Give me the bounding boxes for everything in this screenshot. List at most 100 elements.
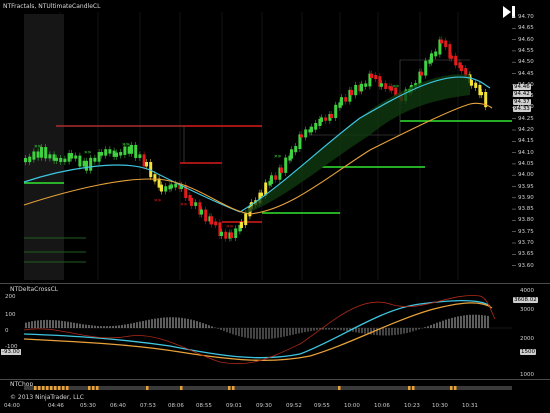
chop-marker bbox=[408, 386, 411, 390]
price-tick-label: 94.55 bbox=[518, 47, 534, 54]
chop-marker bbox=[42, 386, 45, 390]
candle bbox=[174, 183, 178, 188]
chop-marker bbox=[146, 386, 149, 390]
candle bbox=[294, 146, 298, 153]
time-label: 09:55 bbox=[314, 403, 330, 409]
candle bbox=[44, 147, 48, 159]
price-tick-label: 94.50 bbox=[518, 59, 534, 66]
fractal-arrow: »» bbox=[392, 83, 400, 90]
trend-band bbox=[240, 74, 470, 215]
candle bbox=[284, 157, 288, 173]
candle bbox=[115, 152, 118, 157]
candle bbox=[55, 157, 58, 161]
time-label: 09:01 bbox=[226, 403, 242, 409]
candle bbox=[190, 197, 193, 206]
price-panel[interactable]: NTFractals, NTUltimateCandleCL »»»»»»»»»… bbox=[0, 0, 550, 283]
fractal-arrow: »» bbox=[404, 87, 412, 94]
price-tag: 94.42 bbox=[513, 91, 531, 97]
price-tick-label: 94.00 bbox=[518, 172, 534, 179]
candle bbox=[93, 157, 97, 162]
time-label: 10:30 bbox=[432, 403, 448, 409]
candle bbox=[370, 73, 373, 78]
candle bbox=[204, 209, 208, 222]
candle bbox=[230, 232, 233, 238]
time-label: 10:00 bbox=[344, 403, 360, 409]
candle bbox=[424, 60, 428, 76]
price-chart: »» »» »» »» »» »» »» »» »» bbox=[23, 12, 516, 280]
candle bbox=[450, 55, 453, 59]
delta-chart bbox=[23, 295, 512, 365]
candle bbox=[145, 162, 148, 167]
price-tick-label: 94.20 bbox=[518, 127, 534, 133]
candle bbox=[380, 83, 383, 87]
chop-marker bbox=[412, 386, 415, 390]
delta-panel[interactable]: NTDeltaCrossCL 200 100 0 -100 -93.00 4000 3000… bbox=[0, 284, 550, 379]
candle bbox=[310, 126, 313, 133]
price-tick-label: 94.65 bbox=[518, 25, 534, 32]
candle bbox=[384, 83, 388, 89]
chop-marker bbox=[450, 386, 453, 390]
candle bbox=[480, 92, 483, 96]
candle bbox=[220, 231, 223, 237]
delta-left-tag: -93.00 bbox=[1, 349, 21, 355]
candle bbox=[364, 83, 368, 87]
time-label: 10:23 bbox=[404, 403, 420, 409]
candle bbox=[420, 71, 423, 76]
time-label: 09:30 bbox=[256, 403, 272, 409]
candle bbox=[240, 222, 243, 228]
candle bbox=[300, 134, 303, 138]
delta-slow-line bbox=[23, 302, 493, 361]
price-tick-label: 94.70 bbox=[518, 14, 534, 20]
time-label: 05:30 bbox=[80, 403, 96, 409]
candle bbox=[164, 186, 168, 192]
fractal-arrow: »» bbox=[274, 153, 282, 160]
candle bbox=[214, 221, 218, 226]
candle bbox=[374, 74, 378, 80]
candle bbox=[104, 149, 108, 156]
candle bbox=[304, 129, 308, 138]
delta-right-tick: 2000 bbox=[520, 336, 534, 342]
chop-marker bbox=[88, 386, 91, 390]
time-label: 09:52 bbox=[286, 403, 302, 409]
candle bbox=[130, 144, 133, 154]
price-tick-label: 94.10 bbox=[518, 149, 534, 156]
candle bbox=[63, 158, 67, 162]
chop-marker bbox=[96, 386, 99, 390]
price-tick-label: 93.60 bbox=[518, 262, 534, 269]
price-tick-label: 94.60 bbox=[518, 36, 534, 43]
fractal-arrow: »» bbox=[180, 201, 188, 208]
chop-marker bbox=[66, 386, 69, 390]
delta-right-tick: 3000 bbox=[520, 307, 534, 313]
chop-marker bbox=[46, 386, 49, 390]
candle bbox=[170, 184, 173, 189]
delta-left-tick: 100 bbox=[5, 312, 16, 318]
candle bbox=[260, 192, 263, 196]
candle bbox=[28, 156, 32, 163]
candle bbox=[334, 104, 338, 118]
candle bbox=[330, 114, 333, 118]
candle bbox=[48, 154, 52, 159]
delta-left-tick: 0 bbox=[5, 328, 9, 334]
candle bbox=[70, 153, 73, 159]
chop-marker bbox=[180, 386, 183, 390]
delta-left-tick: 200 bbox=[5, 294, 16, 300]
candle bbox=[100, 152, 103, 156]
candle bbox=[194, 202, 198, 206]
price-tick-label: 93.85 bbox=[518, 206, 534, 213]
chop-marker bbox=[54, 386, 57, 390]
chop-panel[interactable]: NTChop © 2013 NinjaTrader, LLC bbox=[0, 380, 550, 402]
chop-marker bbox=[58, 386, 61, 390]
candle bbox=[430, 53, 433, 63]
candle bbox=[89, 157, 93, 171]
chop-chart bbox=[24, 386, 512, 390]
session-shade bbox=[24, 14, 64, 280]
candle bbox=[454, 55, 458, 66]
candle bbox=[474, 82, 478, 88]
fractal-arrow: »» bbox=[122, 141, 130, 148]
price-tick-label: 93.95 bbox=[518, 183, 534, 190]
candle bbox=[460, 65, 463, 72]
price-tag: 94.33 bbox=[513, 106, 531, 112]
price-tag: 94.37 bbox=[513, 99, 531, 105]
time-axis: 04:00 04:46 05:30 06:40 07:53 08:06 08:55 09:01… bbox=[0, 402, 550, 413]
price-tick-label: 94.05 bbox=[518, 160, 534, 167]
